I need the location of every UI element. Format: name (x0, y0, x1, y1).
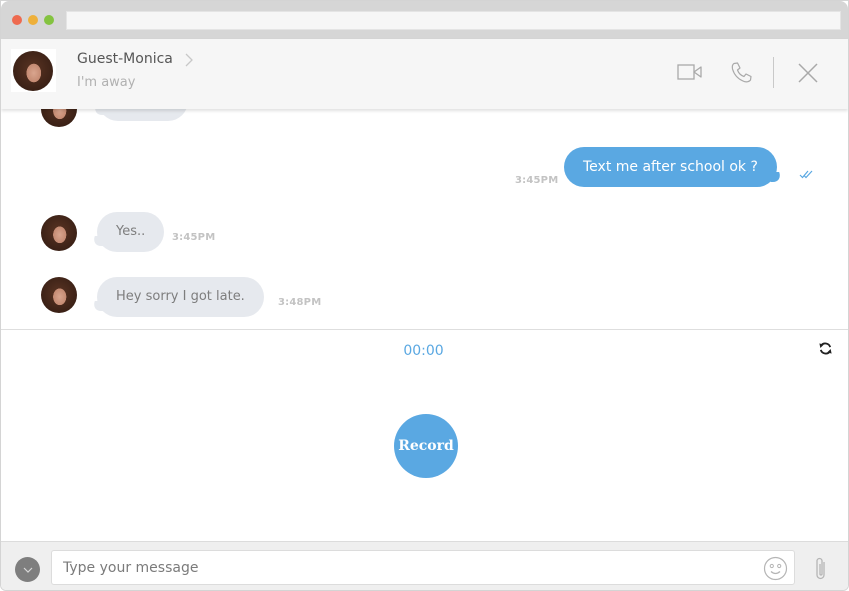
record-button[interactable]: Record (394, 414, 458, 478)
message-bubble-partial (98, 109, 188, 121)
message-bubble-incoming: Yes.. (97, 212, 165, 252)
message-avatar (41, 215, 77, 251)
window-titlebar (1, 1, 848, 39)
contact-name[interactable]: Guest-Monica (77, 51, 173, 67)
message-list[interactable]: 3:45PM Text me after school ok ? Yes.. 3… (1, 109, 848, 329)
message-time: 3:48PM (278, 297, 322, 308)
voice-recorder-panel: 00:00 Record (1, 329, 848, 541)
message-time: 3:45PM (172, 232, 216, 243)
message-input[interactable] (51, 550, 795, 585)
recording-timer: 00:00 (403, 343, 444, 359)
chevron-right-icon[interactable] (184, 53, 194, 67)
expand-options-button[interactable] (15, 557, 40, 582)
window-maximize-dot[interactable] (44, 15, 54, 25)
paperclip-attach-icon[interactable] (813, 556, 829, 582)
message-avatar (41, 277, 77, 313)
chevron-down-icon (23, 567, 32, 573)
address-bar[interactable] (66, 11, 841, 30)
header-divider (773, 57, 774, 88)
message-time: 3:45PM (515, 175, 559, 186)
window-close-dot[interactable] (12, 15, 22, 25)
message-avatar (41, 109, 77, 127)
video-camera-icon[interactable] (677, 63, 703, 81)
contact-avatar-frame (11, 49, 56, 92)
phone-icon[interactable] (729, 61, 753, 85)
contact-status: I'm away (77, 75, 136, 90)
refresh-icon[interactable] (818, 341, 833, 356)
close-icon[interactable] (797, 62, 819, 84)
emoji-smiley-icon[interactable] (763, 556, 788, 581)
double-check-read-icon (799, 170, 813, 179)
message-composer (1, 541, 848, 590)
message-bubble-outgoing: Text me after school ok ? (564, 147, 777, 187)
message-bubble-incoming: Hey sorry I got late. (97, 277, 264, 317)
chat-window: Guest-Monica I'm away 3:45PM Text me aft… (0, 0, 849, 591)
contact-avatar[interactable] (13, 51, 53, 91)
window-minimize-dot[interactable] (28, 15, 38, 25)
chat-header: Guest-Monica I'm away (1, 39, 848, 109)
